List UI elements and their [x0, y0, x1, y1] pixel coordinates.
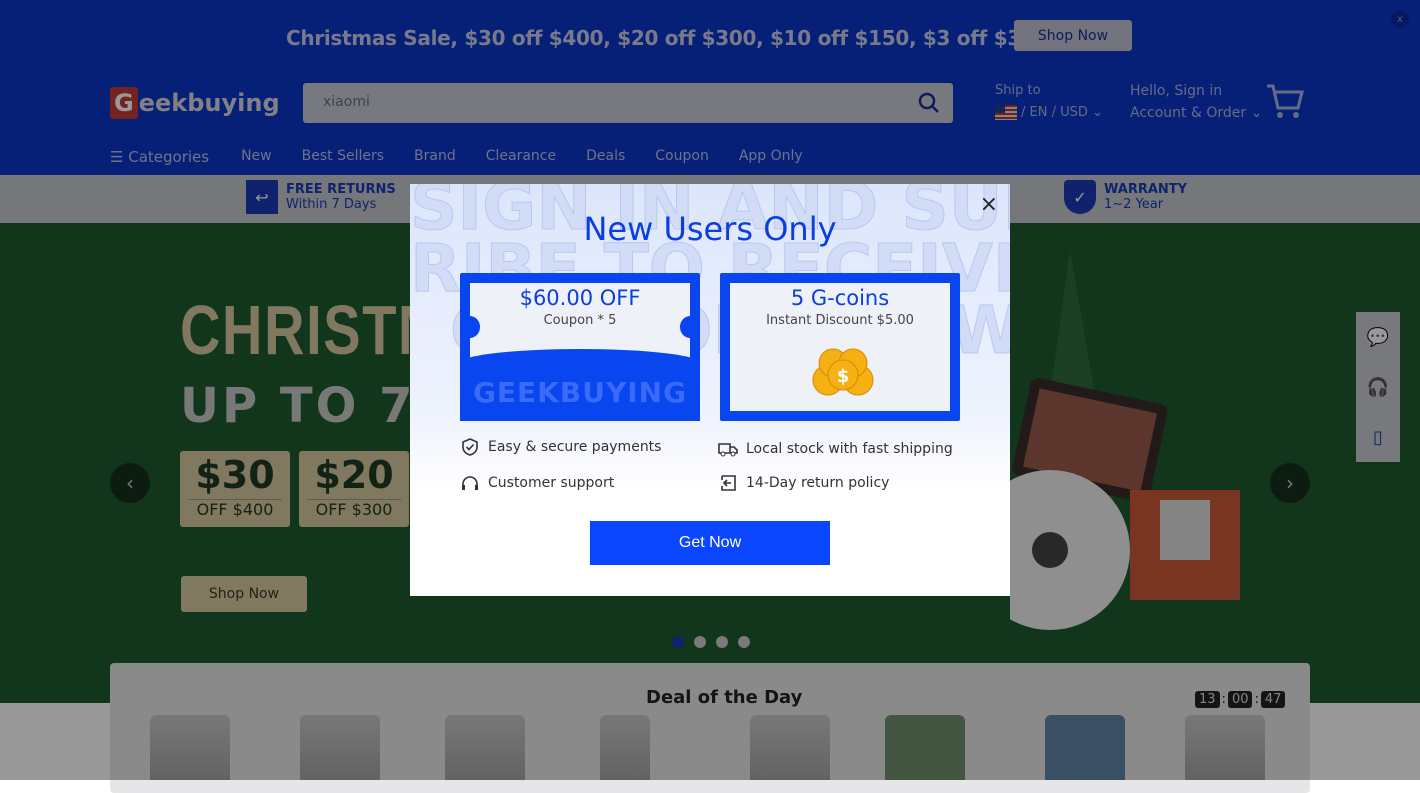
shield-check-icon: [462, 438, 478, 456]
coupon-card: $60.00 OFF Coupon * 5 GEEKBUYING: [460, 273, 700, 421]
perk-label: 14-Day return policy: [746, 475, 890, 491]
get-now-button[interactable]: Get Now: [590, 521, 830, 565]
perk-label: Local stock with fast shipping: [746, 441, 953, 457]
perk-fast-shipping: Local stock with fast shipping: [718, 439, 953, 459]
perk-return-policy: 14-Day return policy: [718, 473, 889, 493]
gcoins-desc: Instant Discount $5.00: [766, 313, 914, 328]
gcoins-amount: 5 G-coins: [790, 286, 890, 310]
new-user-modal: SIGN IN AND SUBSCRIBE TO RECEIVE THECOUP…: [410, 184, 1010, 596]
coupon-desc: Coupon * 5: [543, 313, 617, 328]
perk-label: Customer support: [488, 475, 615, 491]
return-box-icon: [721, 475, 736, 491]
headphones-icon: [462, 476, 478, 490]
gold-coins-icon: $: [812, 348, 874, 396]
svg-text:$: $: [837, 366, 850, 387]
coupon-notch: [680, 316, 700, 338]
perk-secure-payments: Easy & secure payments: [460, 437, 661, 457]
coupon-amount: $60.00 OFF: [519, 286, 641, 310]
gcoins-card: 5 G-coins Instant Discount $5.00 $: [720, 273, 960, 421]
truck-icon: [718, 443, 738, 457]
perk-label: Easy & secure payments: [488, 439, 662, 455]
coupon-notch: [460, 316, 480, 338]
coupon-brand: GEEKBUYING: [460, 349, 700, 421]
perk-customer-support: Customer support: [460, 473, 614, 493]
modal-title: New Users Only: [583, 210, 837, 248]
